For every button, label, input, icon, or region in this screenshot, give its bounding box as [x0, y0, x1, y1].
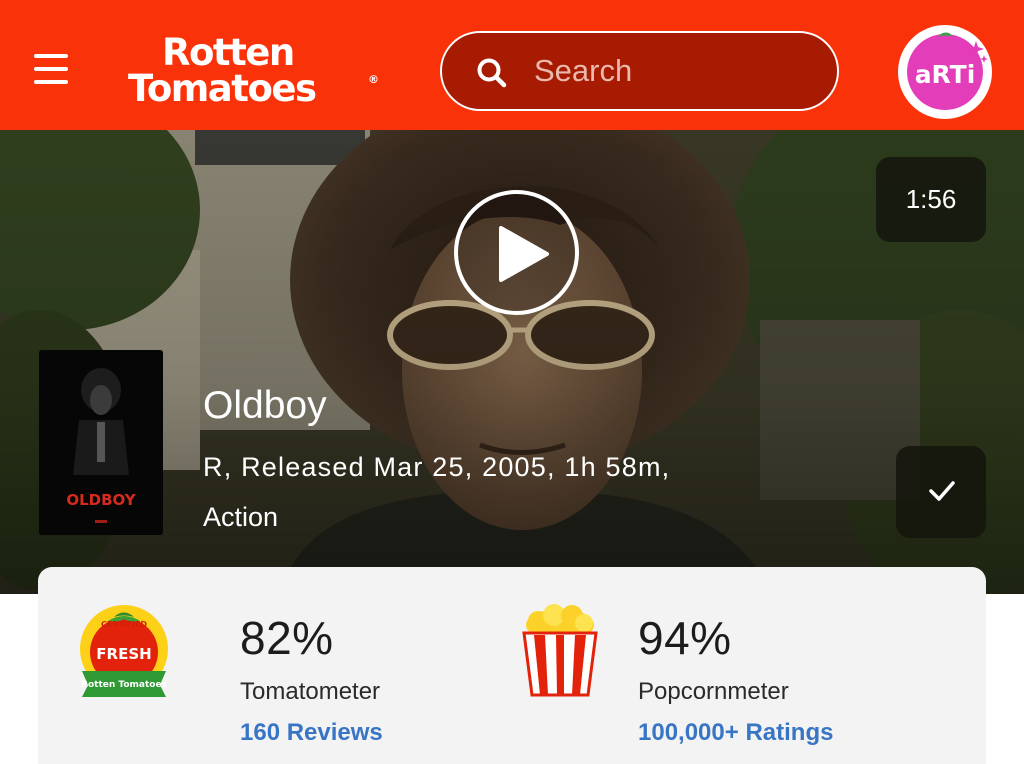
logo-line-1: Rotten	[162, 31, 295, 74]
checkmark-icon	[929, 481, 955, 501]
logo-line-2: Tomatoes	[128, 67, 317, 110]
video-duration: 1:56	[876, 157, 986, 242]
tomatometer-label: Tomatometer	[240, 678, 381, 705]
badge-top-text: CERTIFIED	[101, 620, 147, 629]
logo-registered-mark: ®	[368, 73, 379, 86]
avatar-text: aRTi	[915, 60, 976, 89]
popcornmeter-label: Popcornmeter	[638, 678, 789, 705]
site-header: Rotten Tomatoes ® aRTi	[0, 0, 1024, 130]
movie-title: Oldboy	[203, 384, 327, 427]
play-icon	[499, 226, 549, 282]
popcornmeter-score: 94% Popcornmeter 100,000+ Ratings	[520, 567, 940, 764]
movie-poster[interactable]: OLDBOY	[39, 350, 163, 535]
watchlist-button[interactable]	[896, 446, 986, 538]
badge-middle-text: FRESH	[96, 645, 151, 663]
play-trailer-button[interactable]	[454, 190, 579, 315]
user-avatar[interactable]: aRTi	[898, 25, 992, 119]
avatar-graphic: aRTi	[907, 32, 988, 110]
rotten-tomatoes-logo[interactable]: Rotten Tomatoes ®	[128, 34, 382, 108]
popcorn-icon	[522, 604, 598, 697]
movie-hero: 1:56 OLDBOY Oldboy R, Released Mar 25, 2…	[0, 130, 1024, 594]
badge-bottom-text: Rotten Tomatoes	[81, 680, 167, 690]
tomatometer-value: 82%	[240, 612, 334, 664]
movie-meta: R, Released Mar 25, 2005, 1h 58m,	[203, 452, 671, 482]
ratings-link[interactable]: 100,000+ Ratings	[638, 719, 833, 747]
popcornmeter-value: 94%	[638, 612, 732, 664]
search-icon	[477, 58, 507, 88]
search-bar[interactable]	[440, 31, 839, 111]
movie-genre: Action	[203, 502, 279, 532]
reviews-link[interactable]: 160 Reviews	[240, 719, 383, 747]
search-input[interactable]	[534, 47, 814, 95]
certified-fresh-icon: CERTIFIED FRESH Rotten Tomatoes	[80, 605, 168, 697]
poster-title: OLDBOY	[66, 491, 136, 509]
tomatometer-score: CERTIFIED FRESH Rotten Tomatoes 82% Toma…	[78, 567, 498, 764]
poster-art: OLDBOY	[39, 350, 163, 535]
hamburger-menu-icon[interactable]	[34, 54, 70, 86]
score-panel: CERTIFIED FRESH Rotten Tomatoes 82% Toma…	[38, 567, 986, 764]
